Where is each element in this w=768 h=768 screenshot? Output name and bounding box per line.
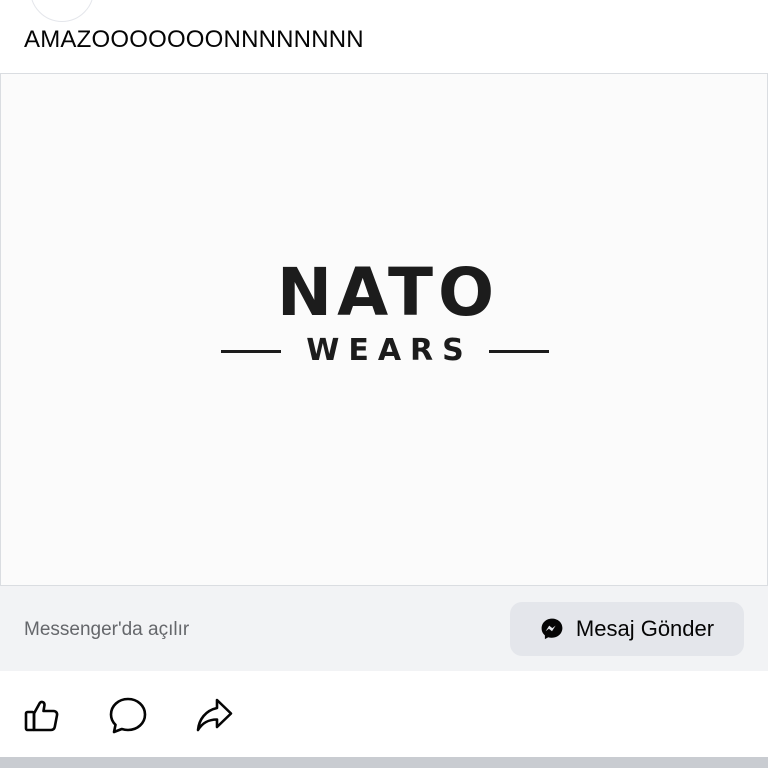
comment-button[interactable]	[108, 695, 148, 735]
share-button[interactable]	[194, 695, 234, 735]
logo-dash-right	[488, 349, 549, 353]
ad-card: NATO WEARS Messenger'da açılır Mesaj Gön…	[0, 73, 768, 672]
messenger-icon	[541, 618, 563, 640]
post-action-bar	[0, 671, 768, 757]
send-message-button[interactable]: Mesaj Gönder	[510, 602, 744, 656]
feed-divider	[0, 757, 768, 768]
ad-creative-image[interactable]: NATO WEARS	[0, 74, 768, 586]
logo-subline: WEARS	[1, 334, 768, 368]
thumbs-up-icon	[24, 700, 59, 732]
logo-title: NATO	[276, 254, 500, 331]
send-message-label: Mesaj Gönder	[575, 616, 715, 641]
feed-post: AMAZOOOOOOONNNNNNNN NATO WEARS Messenger…	[0, 0, 768, 768]
cta-bar: Messenger'da açılır Mesaj Gönder	[0, 585, 768, 672]
avatar[interactable]	[30, 0, 94, 22]
logo-dash-left	[221, 349, 282, 353]
share-arrow-icon	[196, 698, 233, 732]
cta-caption: Messenger'da açılır	[24, 619, 190, 640]
brand-logo: NATO WEARS	[1, 260, 768, 368]
post-text: AMAZOOOOOOONNNNNNNN	[24, 26, 364, 53]
like-button[interactable]	[22, 695, 62, 735]
comment-icon	[109, 697, 147, 734]
logo-subtitle: WEARS	[306, 333, 473, 368]
